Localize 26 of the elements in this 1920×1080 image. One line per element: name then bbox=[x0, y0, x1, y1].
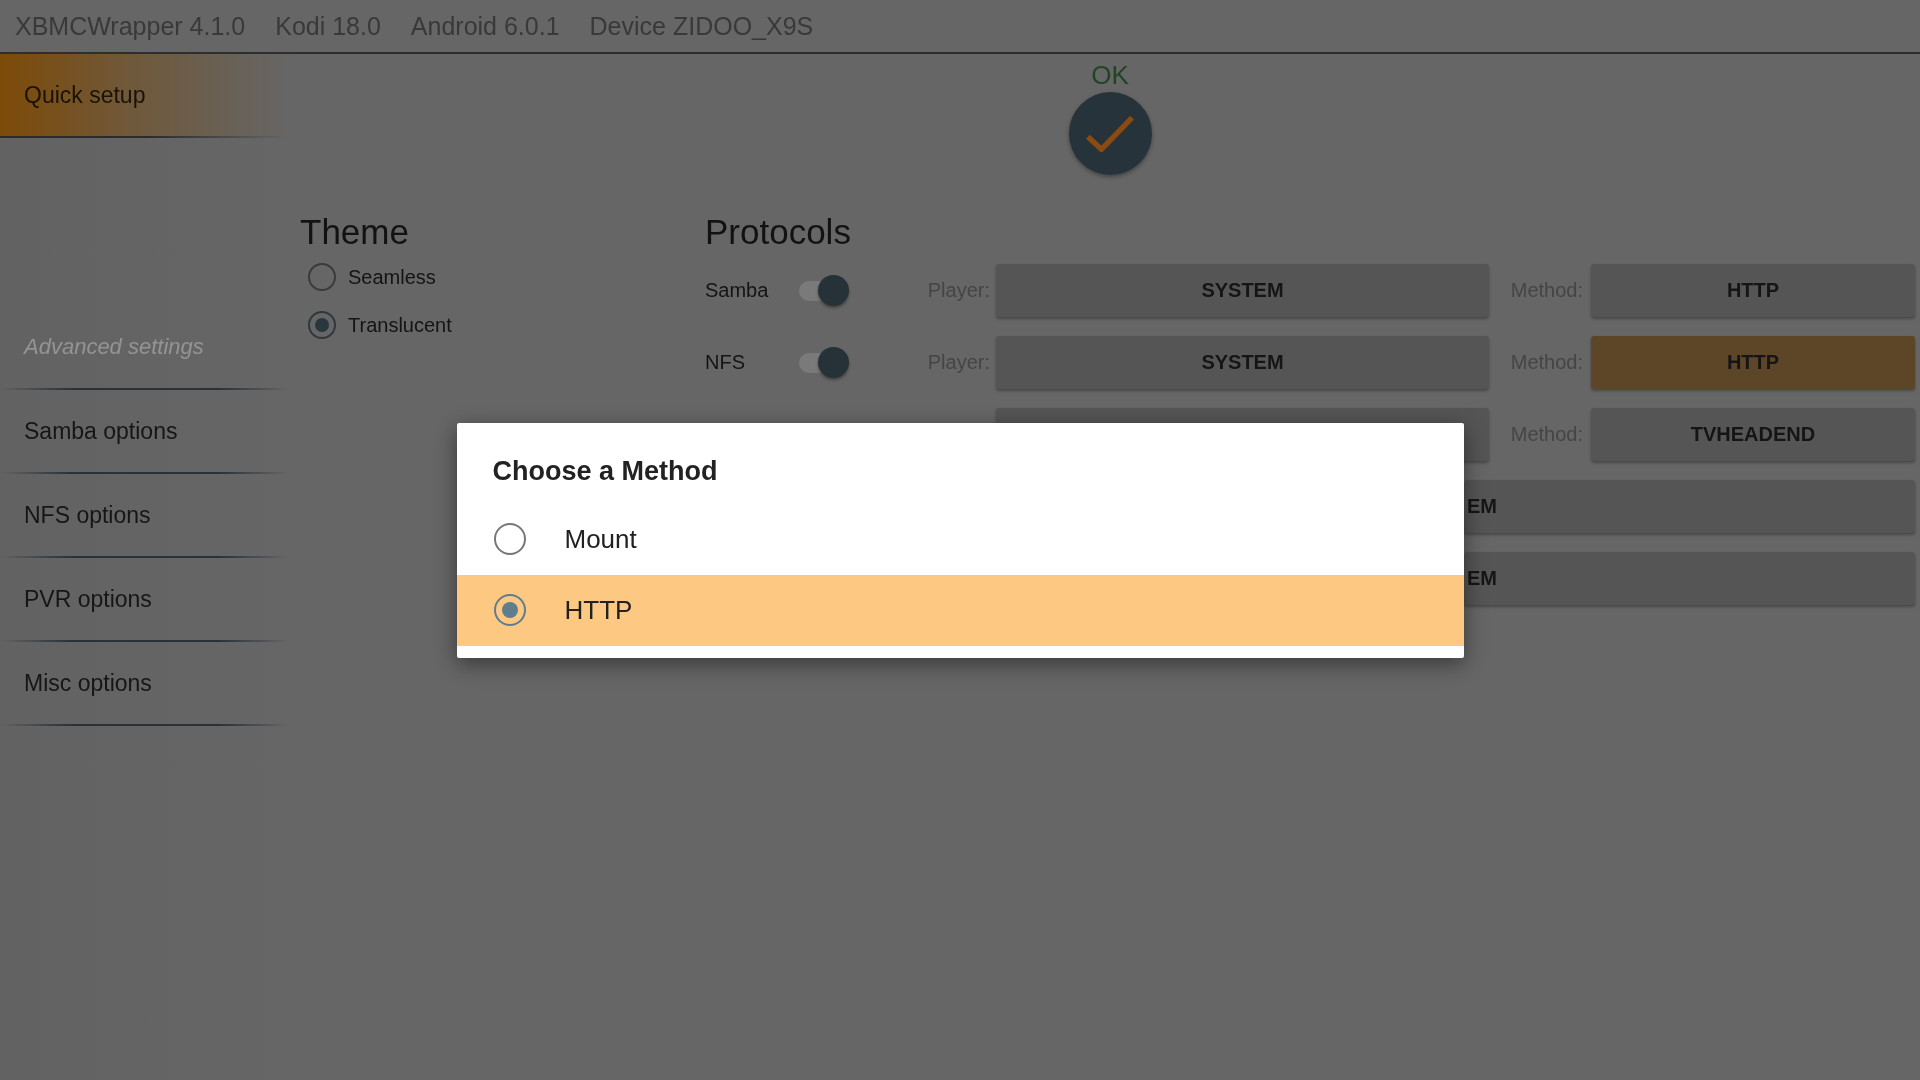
sidebar-item[interactable]: PVR options bbox=[0, 558, 290, 640]
radio-icon[interactable] bbox=[493, 594, 526, 626]
method-option[interactable]: Mount bbox=[456, 503, 1464, 575]
player-button[interactable]: SYSTEM bbox=[996, 336, 1489, 389]
method-button[interactable]: HTTP bbox=[1591, 264, 1915, 317]
sidebar-item[interactable]: NFS options bbox=[0, 474, 290, 556]
radio-icon[interactable] bbox=[493, 523, 526, 555]
radio-icon[interactable] bbox=[308, 263, 336, 291]
dialog-title: Choose a Method bbox=[491, 454, 719, 488]
protocol-label: Samba bbox=[705, 279, 770, 302]
ok-label: OK bbox=[1091, 60, 1129, 90]
setting-button[interactable]: EM bbox=[1464, 552, 1915, 605]
method-option[interactable]: HTTP bbox=[456, 574, 1464, 646]
player-button[interactable]: SYSTEM bbox=[996, 264, 1489, 317]
sidebar-item[interactable]: Samba options bbox=[0, 390, 290, 472]
theme-option[interactable]: Seamless bbox=[300, 253, 436, 301]
method-button[interactable]: TVHEADEND bbox=[1591, 408, 1915, 461]
section-title: Protocols bbox=[705, 211, 852, 253]
protocol-label: NFS bbox=[705, 351, 746, 374]
check-icon bbox=[1085, 115, 1135, 152]
method-button[interactable]: HTTP bbox=[1591, 336, 1915, 389]
setting-button[interactable]: EM bbox=[1464, 480, 1915, 533]
radio-icon[interactable] bbox=[308, 311, 336, 339]
sidebar-item[interactable]: Misc options bbox=[0, 642, 290, 724]
theme-option[interactable]: Translucent bbox=[300, 301, 452, 349]
section-title: Theme bbox=[300, 211, 410, 253]
